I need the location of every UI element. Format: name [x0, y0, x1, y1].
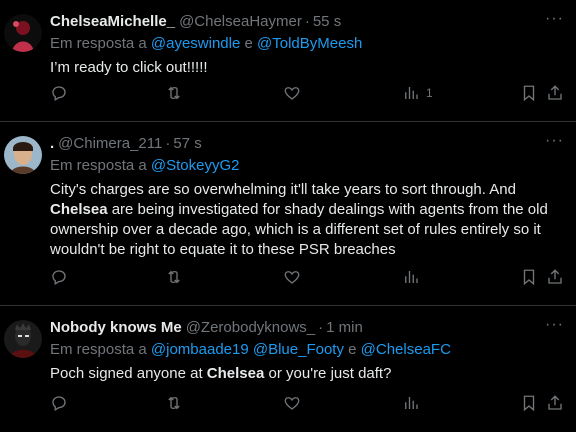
share-button[interactable] — [546, 84, 564, 102]
views-icon — [405, 271, 418, 283]
mention-link[interactable]: @ChelseaFC — [361, 341, 451, 358]
retweet-button[interactable] — [165, 84, 183, 102]
share-icon — [548, 395, 562, 410]
avatar[interactable] — [4, 136, 42, 174]
tweet-text: City's charges are so overwhelming it'll… — [50, 180, 568, 260]
author-name[interactable]: . — [50, 134, 54, 154]
avatar[interactable] — [4, 14, 42, 52]
retweet-button[interactable] — [165, 268, 183, 286]
separator: · — [318, 319, 324, 336]
more-options-icon[interactable]: ··· — [545, 317, 564, 333]
retweet-icon — [168, 270, 180, 284]
mention-link[interactable]: @StokeyyG2 — [151, 157, 240, 174]
mention-link[interactable]: @jombaade19 — [151, 341, 249, 358]
tweet-text-highlight: Chelsea — [206, 365, 265, 382]
mention-link[interactable]: @ayeswindle — [151, 35, 240, 52]
bookmark-button[interactable] — [520, 268, 538, 286]
views-icon — [405, 397, 418, 409]
tweet-text-part: or you're just daft? — [264, 365, 392, 382]
author-name[interactable]: ChelseaMichelle_ — [50, 12, 175, 32]
reply-button[interactable] — [50, 84, 68, 102]
tweet-text-part: I’m ready to click out!!!!! — [50, 59, 208, 76]
share-icon — [548, 269, 562, 284]
views-icon — [405, 87, 418, 99]
like-icon — [284, 87, 300, 100]
bookmark-icon — [523, 85, 535, 102]
separator: · — [304, 13, 310, 30]
bookmark-icon — [523, 269, 535, 286]
reply-context: Em resposta a @ayeswindle e @ToldByMeesh — [50, 34, 568, 54]
timestamp[interactable]: 55 s — [313, 12, 341, 32]
like-icon — [284, 271, 300, 284]
mention-link[interactable]: @Blue_Footy — [253, 341, 344, 358]
retweet-icon — [168, 396, 180, 410]
bookmark-icon — [523, 395, 535, 412]
reply-context: Em resposta a @StokeyyG2 — [50, 156, 568, 176]
reply-prefix: Em resposta a — [50, 35, 147, 52]
share-button[interactable] — [546, 394, 564, 412]
retweet-button[interactable] — [165, 394, 183, 412]
retweet-icon — [168, 86, 180, 100]
views-button[interactable] — [402, 394, 420, 412]
mention-link[interactable]: @ToldByMeesh — [257, 35, 362, 52]
reply-icon — [52, 86, 66, 101]
like-icon — [284, 397, 300, 410]
reply-prefix: Em resposta a — [50, 341, 147, 358]
author-handle[interactable]: @ChelseaHaymer — [179, 12, 302, 32]
tweet[interactable]: ChelseaMichelle_ @ChelseaHaymer · 55 s E… — [0, 0, 576, 122]
avatar[interactable] — [4, 320, 42, 358]
bookmark-button[interactable] — [520, 84, 538, 102]
reply-button[interactable] — [50, 394, 68, 412]
reply-context: Em resposta a @jombaade19 @Blue_Footy e … — [50, 340, 568, 360]
tweet-text: I’m ready to click out!!!!! — [50, 58, 568, 78]
views-button[interactable] — [402, 268, 420, 286]
mention-joiner: e — [348, 341, 357, 358]
tweet[interactable]: Nobody knows Me @Zerobodyknows_ · 1 min … — [0, 306, 576, 432]
tweet-text-highlight: Chelsea — [50, 201, 108, 218]
tweet[interactable]: . @Chimera_211 · 57 s Em resposta a @Sto… — [0, 122, 576, 306]
tweet-text-part: Poch signed anyone at — [50, 365, 207, 382]
share-icon — [548, 85, 562, 100]
like-button[interactable] — [283, 268, 301, 286]
views-count: 1 — [426, 86, 433, 100]
author-handle[interactable]: @Zerobodyknows_ — [186, 318, 315, 338]
author-name[interactable]: Nobody knows Me — [50, 318, 182, 338]
share-button[interactable] — [546, 268, 564, 286]
timestamp[interactable]: 1 min — [326, 318, 363, 338]
reply-prefix: Em resposta a — [50, 157, 147, 174]
views-button[interactable]: 1 — [402, 84, 433, 102]
more-options-icon[interactable]: ··· — [545, 133, 564, 149]
more-options-icon[interactable]: ··· — [545, 11, 564, 27]
reply-icon — [52, 396, 66, 411]
separator: · — [165, 135, 171, 152]
author-handle[interactable]: @Chimera_211 — [58, 134, 162, 154]
reply-button[interactable] — [50, 268, 68, 286]
reply-icon — [52, 270, 66, 285]
timestamp[interactable]: 57 s — [173, 134, 201, 154]
mention-joiner: e — [244, 35, 253, 52]
tweet-text-part: City's charges are so overwhelming it'll… — [50, 181, 516, 198]
tweet-text-part: are being investigated for shady dealing… — [50, 201, 548, 258]
tweet-text: Poch signed anyone at Chelsea or you're … — [50, 364, 568, 384]
bookmark-button[interactable] — [520, 394, 538, 412]
like-button[interactable] — [283, 84, 301, 102]
like-button[interactable] — [283, 394, 301, 412]
timeline-feed: ChelseaMichelle_ @ChelseaHaymer · 55 s E… — [0, 0, 576, 432]
